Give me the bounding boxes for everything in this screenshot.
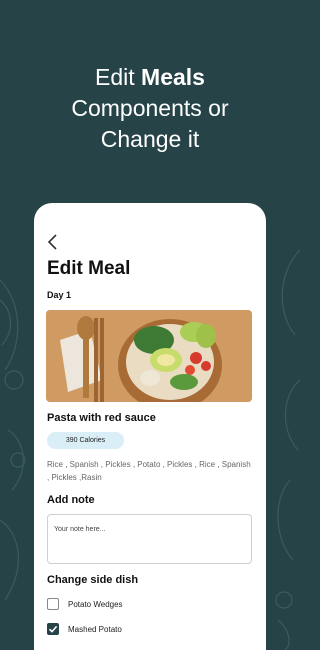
promo-line1-prefix: Edit [95, 64, 142, 90]
option-label: Potato Wedges [68, 599, 123, 609]
side-dish-label: Change side dish [47, 574, 139, 586]
side-option-mashed-potato[interactable]: Mashed Potato [47, 622, 122, 636]
add-note-label: Add note [47, 494, 95, 506]
calories-badge: 390 Calories [47, 432, 124, 449]
promo-line3: Change it [100, 126, 200, 152]
meal-photo [46, 310, 252, 402]
back-arrow-icon[interactable] [46, 233, 60, 251]
meal-name: Pasta with red sauce [47, 412, 156, 424]
promo-headline: Edit Meals Components or Change it [0, 62, 300, 155]
checkbox-checked[interactable] [47, 623, 59, 635]
phone-screen: Edit Meal Day 1 Pasta with red sauce 390… [34, 203, 266, 650]
checkmark-icon [48, 625, 58, 633]
side-option-potato-wedges[interactable]: Potato Wedges [47, 597, 123, 611]
checkbox[interactable] [47, 598, 59, 610]
day-label: Day 1 [47, 290, 72, 300]
promo-line1-bold: Meals [141, 64, 205, 90]
note-input[interactable] [47, 514, 252, 564]
page-title: Edit Meal [47, 258, 131, 279]
promo-line2: Components or [71, 95, 229, 121]
ingredients-text: Rice , Spanish , Pickles , Potato , Pick… [47, 460, 251, 482]
option-label: Mashed Potato [68, 624, 122, 634]
